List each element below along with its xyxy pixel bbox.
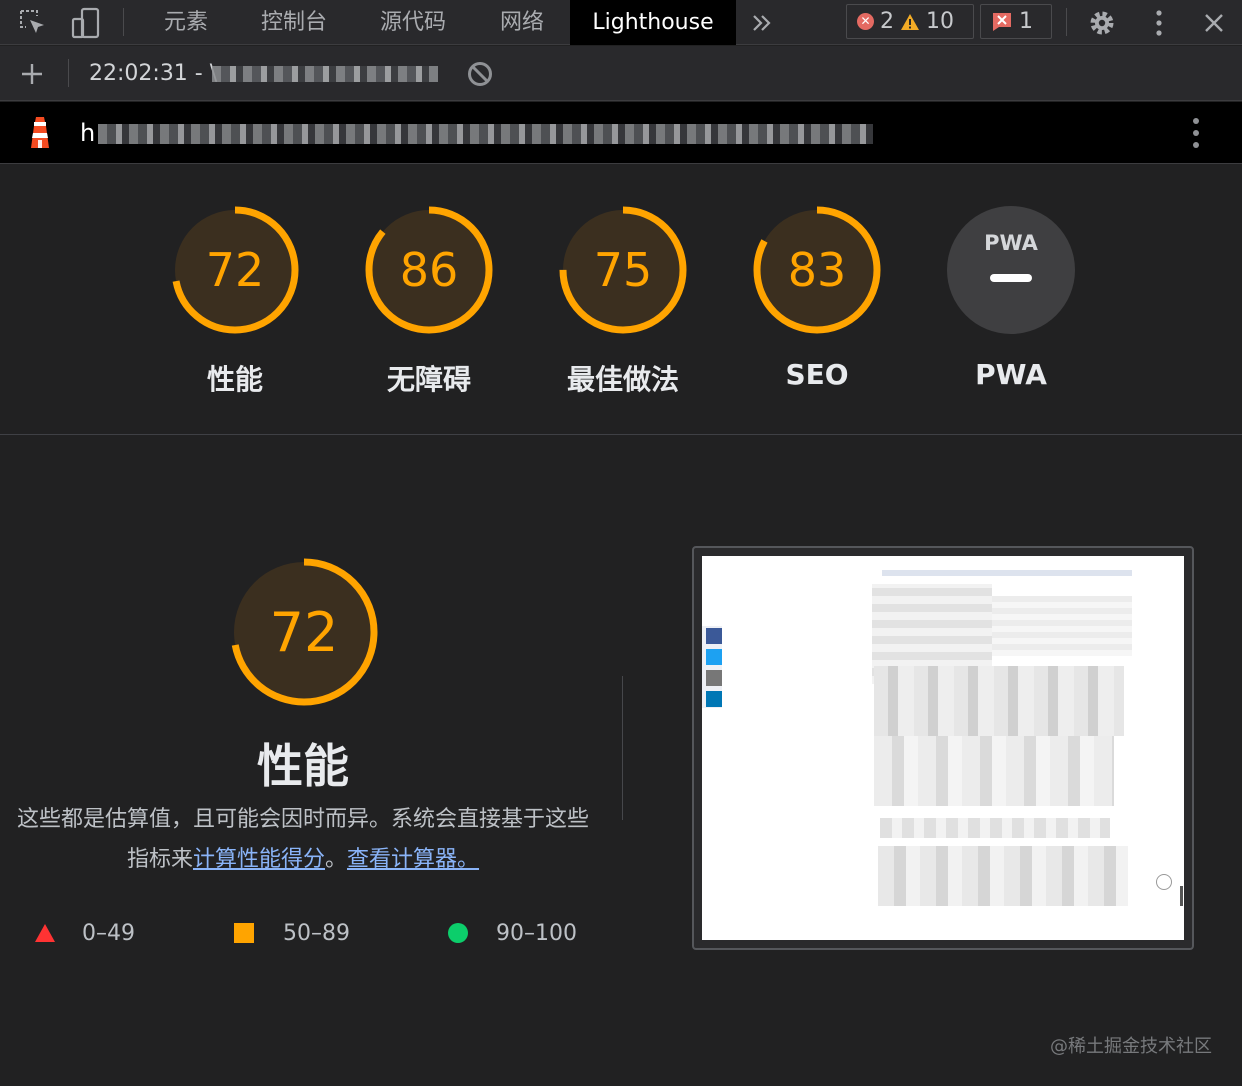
best-practices-score: 75: [594, 243, 653, 297]
legend-average-range: 50–89: [283, 920, 350, 946]
legend-fail-range: 0–49: [82, 920, 135, 946]
gauge-performance[interactable]: 72 性能: [165, 204, 305, 398]
gauge-pwa[interactable]: PWA PWA: [941, 204, 1081, 391]
view-calculator-link[interactable]: 查看计算器。: [347, 847, 479, 872]
more-options-icon[interactable]: [1140, 0, 1178, 45]
watermark: @稀土掘金技术社区: [1050, 1036, 1212, 1057]
issues-counter[interactable]: 1: [980, 4, 1052, 39]
tab-lighthouse[interactable]: Lighthouse: [570, 0, 736, 45]
pwa-badge-text: PWA: [984, 231, 1039, 255]
devtools-tabbar: 元素 控制台 源代码 网络 Lighthouse ✕ 2 10 1: [0, 0, 1242, 45]
performance-description: 这些都是估算值，且可能会因时而异。系统会直接基于这些指标来计算性能得分。查看计算…: [14, 800, 592, 880]
gauge-label-performance: 性能: [206, 363, 263, 396]
content-block: [874, 666, 1124, 736]
legend-average: 50–89: [234, 916, 350, 950]
content-block: [992, 596, 1132, 656]
performance-big-score: 72: [270, 601, 339, 664]
content-block: [874, 736, 1114, 806]
tabbar-separator: [123, 8, 124, 36]
tab-elements[interactable]: 元素: [140, 0, 232, 45]
legend-fail: 0–49: [34, 916, 135, 950]
scrollbar-thumb: [1180, 886, 1183, 906]
final-screenshot-thumbnail: [702, 556, 1184, 940]
vertical-divider: [622, 676, 623, 820]
clear-all-block-icon[interactable]: [462, 46, 498, 101]
device-toolbar-icon[interactable]: [66, 0, 106, 45]
settings-gear-icon[interactable]: [1082, 0, 1122, 45]
scroll-top-icon: [1156, 874, 1172, 890]
tab-console[interactable]: 控制台: [240, 0, 348, 45]
more-tabs-icon[interactable]: [744, 0, 780, 45]
seo-score-ring: 83: [753, 206, 881, 334]
content-block: [878, 846, 1128, 906]
inspect-element-icon[interactable]: [14, 0, 52, 45]
content-block: [880, 818, 1110, 838]
seo-score: 83: [788, 243, 847, 297]
twitter-icon: [706, 649, 722, 665]
redacted-url: [98, 124, 873, 144]
report-selector[interactable]: 22:02:31 - \: [89, 46, 217, 101]
lighthouse-logo-icon: [24, 102, 56, 164]
report-toolbar: 22:02:31 - \: [0, 46, 1242, 101]
gauge-accessibility[interactable]: 86 无障碍: [359, 204, 499, 398]
error-warning-counter[interactable]: ✕ 2 10: [846, 4, 974, 39]
calculate-score-link[interactable]: 计算性能得分: [193, 847, 325, 872]
legend-pass: 90–100: [448, 916, 577, 950]
best-practices-score-ring: 75: [559, 206, 687, 334]
accessibility-score: 86: [400, 243, 459, 297]
gauge-label-pwa: PWA: [975, 358, 1047, 391]
warning-icon: [901, 13, 919, 30]
fail-triangle-icon: [35, 924, 55, 942]
tabbar-separator: [1066, 8, 1067, 36]
error-icon: ✕: [857, 13, 874, 30]
gauge-seo[interactable]: 83 SEO: [747, 204, 887, 391]
close-devtools-icon[interactable]: [1194, 0, 1234, 45]
redacted-report-url: [212, 66, 438, 82]
report-url-prefix: h: [80, 119, 96, 147]
email-icon: [706, 670, 722, 686]
issue-icon: [993, 12, 1011, 31]
performance-big-gauge: 72: [230, 558, 378, 706]
issue-count: 1: [1019, 9, 1033, 34]
tab-sources[interactable]: 源代码: [360, 0, 466, 45]
pass-circle-icon: [448, 923, 468, 943]
error-count: 2: [880, 9, 894, 34]
accessibility-score-ring: 86: [365, 206, 493, 334]
report-menu-icon[interactable]: [1180, 102, 1212, 164]
section-divider: [0, 434, 1242, 435]
content-block: [882, 570, 1132, 576]
legend-pass-range: 90–100: [496, 920, 577, 946]
gauge-label-best-practices: 最佳做法: [566, 363, 679, 396]
performance-score-ring: 72: [171, 206, 299, 334]
facebook-icon: [706, 628, 722, 644]
new-report-plus-icon[interactable]: [14, 46, 50, 101]
gauge-label-accessibility: 无障碍: [386, 363, 471, 396]
average-square-icon: [234, 923, 254, 943]
performance-score: 72: [206, 243, 265, 297]
performance-title: 性能: [257, 739, 349, 793]
report-url-bar: h: [0, 102, 1242, 164]
gauge-best-practices[interactable]: 75 最佳做法: [553, 204, 693, 398]
warning-count: 10: [926, 9, 954, 34]
gauge-label-seo: SEO: [785, 358, 849, 391]
linkedin-icon: [706, 691, 722, 707]
tab-network[interactable]: 网络: [480, 0, 564, 45]
toolbar-separator: [68, 59, 69, 87]
description-punct: 。: [325, 847, 348, 872]
pwa-badge-icon: PWA: [947, 206, 1075, 334]
